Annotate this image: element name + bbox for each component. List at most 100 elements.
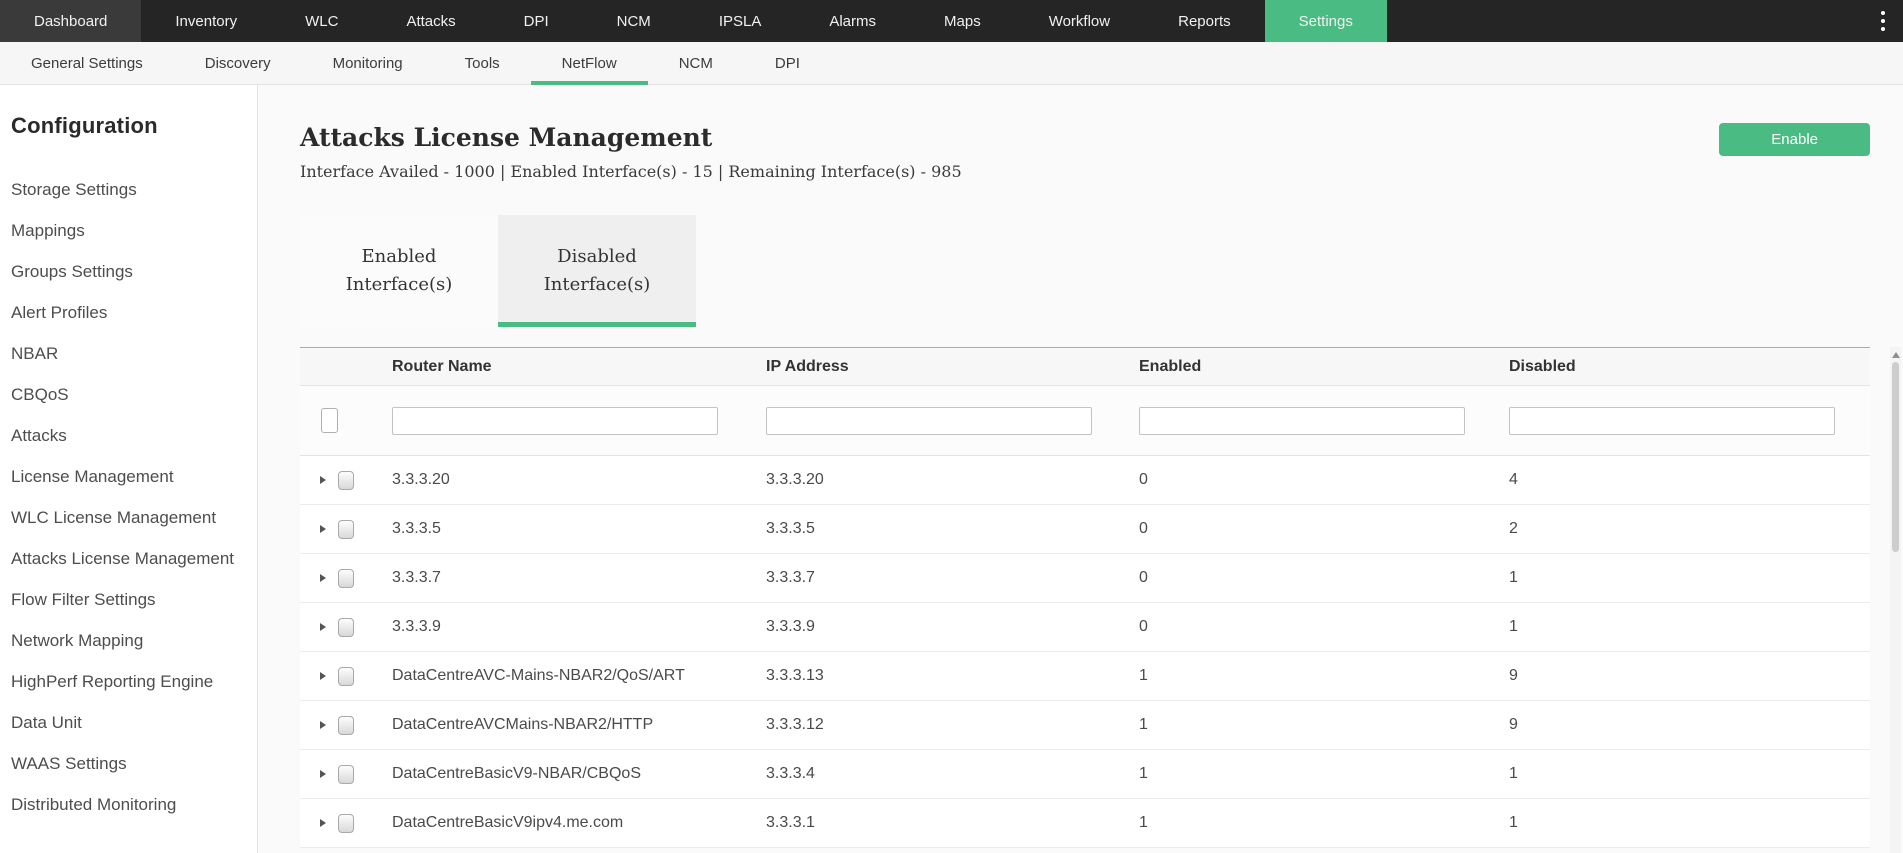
table-header-row: Router Name IP Address Enabled Disabled [300, 348, 1870, 386]
tab-enabled-interface-s[interactable]: Enabled Interface(s) [300, 215, 498, 327]
select-all-checkbox[interactable] [321, 408, 338, 433]
sidebar-item-wlc-license-management[interactable]: WLC License Management [11, 497, 247, 538]
cell-enabled: 0 [1139, 569, 1509, 587]
cell-router-name: DataCentreBasicV9ipv4.me.com [392, 814, 766, 832]
table-row-datacentreavc-mains-nbar2-qos-art[interactable]: DataCentreAVC-Mains-NBAR2/QoS/ART 3.3.3.… [300, 652, 1870, 701]
subnav-item-tools[interactable]: Tools [434, 42, 531, 84]
row-checkbox[interactable] [338, 667, 354, 686]
cell-disabled: 1 [1509, 569, 1870, 587]
sidebar-item-distributed-monitoring[interactable]: Distributed Monitoring [11, 784, 247, 825]
kebab-menu-icon[interactable] [1877, 0, 1889, 42]
sidebar-heading: Configuration [11, 113, 247, 139]
expand-row-icon[interactable] [320, 574, 326, 582]
subnav-item-netflow[interactable]: NetFlow [531, 42, 648, 84]
cell-ip-address: 3.3.3.9 [766, 618, 1139, 636]
nav-item-wlc[interactable]: WLC [271, 0, 372, 42]
sidebar-item-alert-profiles[interactable]: Alert Profiles [11, 292, 247, 333]
interface-tabs: Enabled Interface(s) Disabled Interface(… [300, 215, 1870, 327]
subnav-item-general-settings[interactable]: General Settings [0, 42, 174, 84]
sidebar-item-groups-settings[interactable]: Groups Settings [11, 251, 247, 292]
cell-ip-address: 3.3.3.7 [766, 569, 1139, 587]
table-row-datacentreavcmains-nbar2-http[interactable]: DataCentreAVCMains-NBAR2/HTTP 3.3.3.12 1… [300, 701, 1870, 750]
table-row-3-3-3-20[interactable]: 3.3.3.20 3.3.3.20 0 4 [300, 456, 1870, 505]
cell-disabled: 9 [1509, 716, 1870, 734]
sidebar-item-license-management[interactable]: License Management [11, 456, 247, 497]
row-checkbox[interactable] [338, 471, 354, 490]
sidebar-item-cbqos[interactable]: CBQoS [11, 374, 247, 415]
interfaces-table: Router Name IP Address Enabled Disabled [300, 347, 1870, 848]
table-row-datacentrebasicv9ipv4-me-com[interactable]: DataCentreBasicV9ipv4.me.com 3.3.3.1 1 1 [300, 799, 1870, 848]
disabled-filter-input[interactable] [1509, 407, 1835, 435]
cell-enabled: 1 [1139, 716, 1509, 734]
sidebar-item-highperf-reporting-engine[interactable]: HighPerf Reporting Engine [11, 661, 247, 702]
sidebar-item-flow-filter-settings[interactable]: Flow Filter Settings [11, 579, 247, 620]
cell-ip-address: 3.3.3.4 [766, 765, 1139, 783]
tab-disabled-interface-s[interactable]: Disabled Interface(s) [498, 215, 696, 327]
expand-row-icon[interactable] [320, 525, 326, 533]
vertical-scrollbar [1890, 347, 1901, 853]
sidebar-item-attacks-license-management[interactable]: Attacks License Management [11, 538, 247, 579]
row-checkbox[interactable] [338, 814, 354, 833]
nav-item-inventory[interactable]: Inventory [141, 0, 271, 42]
cell-ip-address: 3.3.3.13 [766, 667, 1139, 685]
subnav-item-ncm[interactable]: NCM [648, 42, 744, 84]
row-checkbox[interactable] [338, 618, 354, 637]
nav-item-settings[interactable]: Settings [1265, 0, 1387, 42]
scrollbar-thumb[interactable] [1892, 362, 1899, 552]
enabled-filter-input[interactable] [1139, 407, 1465, 435]
cell-router-name: DataCentreAVC-Mains-NBAR2/QoS/ART [392, 667, 766, 685]
row-checkbox[interactable] [338, 520, 354, 539]
cell-ip-address: 3.3.3.20 [766, 471, 1139, 489]
nav-item-maps[interactable]: Maps [910, 0, 1015, 42]
column-header-router-name: Router Name [392, 358, 766, 376]
subnav-item-discovery[interactable]: Discovery [174, 42, 302, 84]
license-summary: Interface Availed - 1000 | Enabled Inter… [300, 162, 962, 182]
expand-row-icon[interactable] [320, 770, 326, 778]
sidebar-item-nbar[interactable]: NBAR [11, 333, 247, 374]
cell-enabled: 0 [1139, 520, 1509, 538]
expand-row-icon[interactable] [320, 819, 326, 827]
row-checkbox[interactable] [338, 569, 354, 588]
nav-item-workflow[interactable]: Workflow [1015, 0, 1144, 42]
cell-router-name: 3.3.3.20 [392, 471, 766, 489]
subnav-item-monitoring[interactable]: Monitoring [302, 42, 434, 84]
table-row-3-3-3-9[interactable]: 3.3.3.9 3.3.3.9 0 1 [300, 603, 1870, 652]
sidebar-item-data-unit[interactable]: Data Unit [11, 702, 247, 743]
top-nav: Dashboard Inventory WLC Attacks DPI NCM [0, 0, 1903, 42]
sidebar-item-network-mapping[interactable]: Network Mapping [11, 620, 247, 661]
sidebar-item-waas-settings[interactable]: WAAS Settings [11, 743, 247, 784]
nav-item-attacks[interactable]: Attacks [372, 0, 489, 42]
ip-address-filter-input[interactable] [766, 407, 1092, 435]
subnav-item-dpi[interactable]: DPI [744, 42, 831, 84]
cell-enabled: 1 [1139, 765, 1509, 783]
expand-row-icon[interactable] [320, 672, 326, 680]
sidebar-item-attacks[interactable]: Attacks [11, 415, 247, 456]
expand-row-icon[interactable] [320, 721, 326, 729]
cell-disabled: 4 [1509, 471, 1870, 489]
cell-router-name: 3.3.3.9 [392, 618, 766, 636]
cell-disabled: 9 [1509, 667, 1870, 685]
cell-disabled: 2 [1509, 520, 1870, 538]
router-name-filter-input[interactable] [392, 407, 718, 435]
table-row-3-3-3-5[interactable]: 3.3.3.5 3.3.3.5 0 2 [300, 505, 1870, 554]
scroll-up-arrow-icon[interactable] [1892, 352, 1900, 358]
sidebar-item-mappings[interactable]: Mappings [11, 210, 247, 251]
nav-item-dpi[interactable]: DPI [490, 0, 583, 42]
page-title: Attacks License Management [300, 123, 962, 153]
row-checkbox[interactable] [338, 765, 354, 784]
nav-item-ncm[interactable]: NCM [583, 0, 685, 42]
column-header-enabled: Enabled [1139, 358, 1509, 376]
nav-item-reports[interactable]: Reports [1144, 0, 1265, 42]
cell-disabled: 1 [1509, 618, 1870, 636]
table-row-datacentrebasicv9-nbar-cbqos[interactable]: DataCentreBasicV9-NBAR/CBQoS 3.3.3.4 1 1 [300, 750, 1870, 799]
row-checkbox[interactable] [338, 716, 354, 735]
enable-button[interactable]: Enable [1719, 123, 1870, 156]
expand-row-icon[interactable] [320, 623, 326, 631]
nav-item-alarms[interactable]: Alarms [795, 0, 910, 42]
table-row-3-3-3-7[interactable]: 3.3.3.7 3.3.3.7 0 1 [300, 554, 1870, 603]
nav-item-dashboard[interactable]: Dashboard [0, 0, 141, 42]
sidebar-item-storage-settings[interactable]: Storage Settings [11, 169, 247, 210]
nav-item-ipsla[interactable]: IPSLA [685, 0, 796, 42]
expand-row-icon[interactable] [320, 476, 326, 484]
configuration-sidebar: Configuration Storage Settings Mappings … [0, 85, 258, 853]
